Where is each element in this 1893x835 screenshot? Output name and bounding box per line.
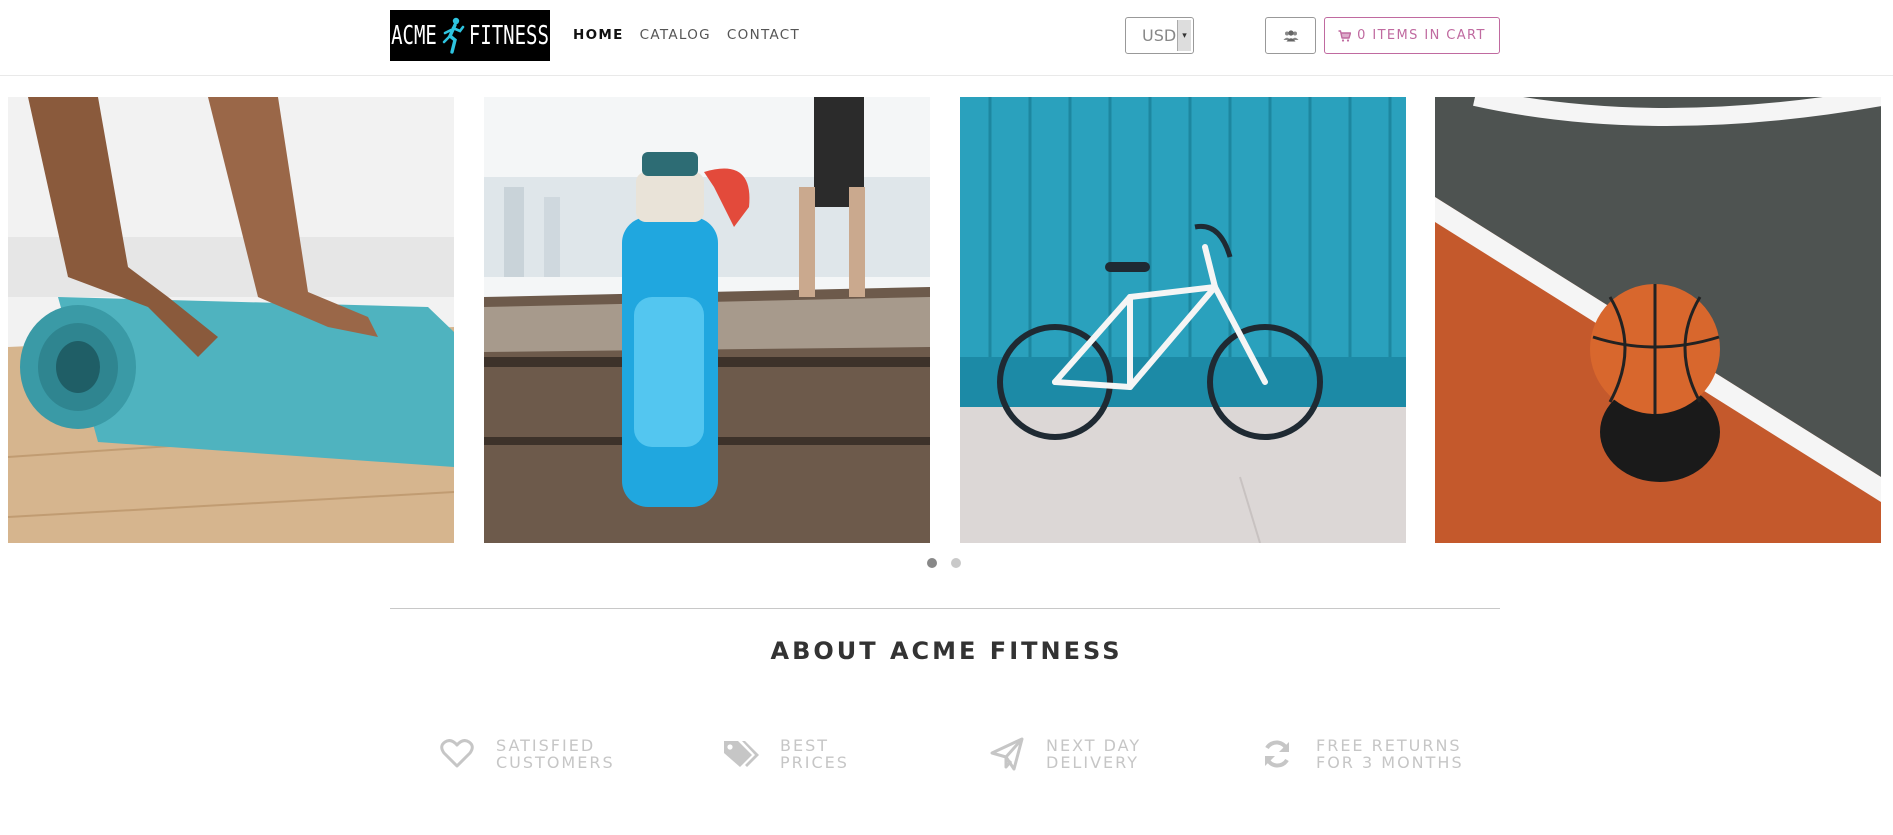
feature-next-day-delivery: NEXT DAY DELIVERY [988, 735, 1141, 773]
section-divider [390, 608, 1500, 609]
paper-plane-icon [988, 735, 1026, 773]
basketball-image [1435, 97, 1881, 543]
feature-line-1: FREE RETURNS [1316, 736, 1462, 755]
carousel-slide-bicycle[interactable] [960, 97, 1406, 543]
feature-line-2: CUSTOMERS [496, 753, 615, 772]
feature-best-prices: BEST PRICES [722, 735, 849, 773]
feature-line-2: DELIVERY [1046, 753, 1139, 772]
carousel-slide-yoga-mat[interactable] [8, 97, 454, 543]
acme-fitness-logo[interactable]: ACME FITNESS [390, 10, 550, 61]
feature-line-2: FOR 3 MONTHS [1316, 753, 1464, 772]
nav-catalog[interactable]: CATALOG [640, 27, 711, 43]
water-bottle-image [484, 97, 930, 543]
feature-line-1: BEST [780, 736, 830, 755]
tags-icon [722, 735, 760, 773]
nav-contact[interactable]: CONTACT [727, 27, 800, 43]
chevron-down-icon: ▾ [1177, 20, 1191, 51]
users-icon [1283, 29, 1298, 41]
feature-satisfied-customers: SATISFIED CUSTOMERS [438, 735, 615, 773]
logo-text-left: ACME [391, 20, 437, 51]
cart-label: 0 ITEMS IN CART [1357, 28, 1486, 43]
yoga-mat-image [8, 97, 454, 543]
carousel-pagination [927, 558, 961, 568]
feature-line-1: NEXT DAY [1046, 736, 1142, 755]
about-title: ABOUT ACME FITNESS [770, 637, 1123, 665]
site-header: ACME FITNESS HOME CATALOG CONTACT USD ▾ [0, 0, 1893, 76]
logo-text-right: FITNESS [468, 20, 549, 51]
currency-value: USD [1142, 26, 1177, 45]
feature-line-2: PRICES [780, 753, 849, 772]
main-nav: HOME CATALOG CONTACT [573, 27, 800, 43]
feature-line-1: SATISFIED [496, 736, 596, 755]
nav-home[interactable]: HOME [573, 27, 624, 43]
carousel-dot-2[interactable] [951, 558, 961, 568]
carousel-slide-basketball[interactable] [1435, 97, 1881, 543]
account-button[interactable] [1265, 17, 1316, 54]
heart-icon [438, 735, 476, 773]
feature-free-returns: FREE RETURNS FOR 3 MONTHS [1258, 735, 1464, 773]
bicycle-image [960, 97, 1406, 543]
shopping-cart-icon [1338, 29, 1352, 42]
runner-icon [442, 17, 465, 54]
refresh-icon [1258, 735, 1296, 773]
cart-button[interactable]: 0 ITEMS IN CART [1324, 17, 1500, 54]
carousel-slide-water-bottle[interactable] [484, 97, 930, 543]
carousel-dot-1[interactable] [927, 558, 937, 568]
currency-select[interactable]: USD ▾ [1125, 17, 1194, 54]
